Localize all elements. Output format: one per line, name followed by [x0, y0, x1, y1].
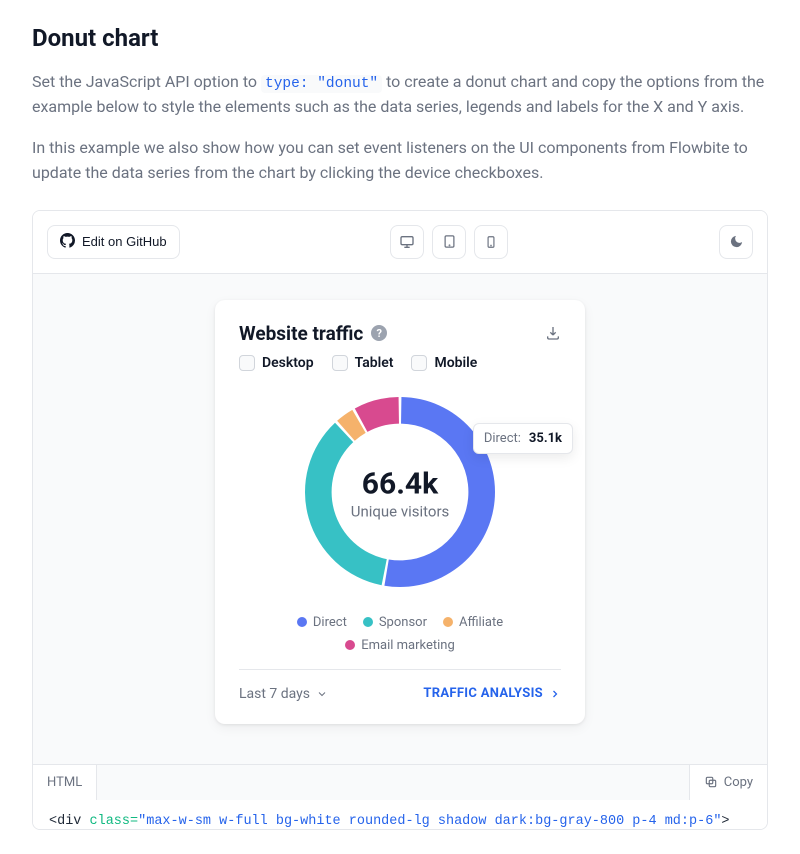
code-tabs: HTML Copy: [33, 764, 767, 800]
copy-icon: [704, 775, 718, 789]
viewport-tablet-button[interactable]: [432, 225, 466, 259]
legend-email-label: Email marketing: [361, 638, 455, 653]
chart-tooltip: Direct: 35.1k: [473, 423, 573, 454]
inline-code-type-donut: type: "donut": [261, 75, 382, 93]
chevron-down-icon: [316, 688, 328, 700]
intro-text-before: Set the JavaScript API option to: [32, 72, 261, 91]
code-tag: <div: [49, 814, 81, 829]
page-title: Donut chart: [32, 24, 768, 52]
legend-dot-icon: [345, 640, 355, 650]
chart-card: Website traffic ? Desktop Tablet: [215, 300, 585, 724]
card-title: Website traffic: [239, 322, 363, 345]
checkbox-desktop[interactable]: Desktop: [239, 355, 314, 371]
chevron-right-icon: [549, 688, 561, 700]
demo-container: Edit on GitHub Website traffic: [32, 210, 768, 830]
preview-area: Website traffic ? Desktop Tablet: [33, 274, 767, 764]
intro-paragraph-2: In this example we also show how you can…: [32, 136, 768, 186]
legend-item-email[interactable]: Email marketing: [345, 638, 455, 653]
checkbox-icon: [332, 355, 348, 371]
legend-affiliate-label: Affiliate: [459, 615, 503, 630]
chart-legend: Direct Sponsor Affiliate Email marketing: [239, 607, 561, 670]
donut-center: 66.4k Unique visitors: [351, 467, 450, 520]
legend-item-direct[interactable]: Direct: [297, 615, 347, 630]
copy-label: Copy: [724, 775, 753, 790]
legend-item-sponsor[interactable]: Sponsor: [363, 615, 427, 630]
checkbox-icon: [239, 355, 255, 371]
download-icon[interactable]: [545, 325, 561, 341]
checkbox-mobile[interactable]: Mobile: [411, 355, 477, 371]
device-filters: Desktop Tablet Mobile: [239, 355, 561, 371]
checkbox-tablet[interactable]: Tablet: [332, 355, 394, 371]
demo-toolbar: Edit on GitHub: [33, 211, 767, 274]
donut-center-label: Unique visitors: [351, 502, 450, 520]
checkbox-mobile-label: Mobile: [434, 355, 477, 371]
tooltip-value: 35.1k: [529, 431, 562, 446]
checkbox-tablet-label: Tablet: [355, 355, 394, 371]
edit-on-github-label: Edit on GitHub: [82, 234, 167, 249]
legend-direct-label: Direct: [313, 615, 347, 630]
legend-sponsor-label: Sponsor: [379, 615, 427, 630]
code-close: >: [721, 814, 729, 829]
tooltip-label: Direct:: [484, 431, 521, 446]
legend-item-affiliate[interactable]: Affiliate: [443, 615, 503, 630]
code-string: "max-w-sm w-full bg-white rounded-lg sha…: [138, 814, 721, 829]
code-snippet: <div class="max-w-sm w-full bg-white rou…: [33, 800, 767, 829]
viewport-desktop-button[interactable]: [390, 225, 424, 259]
cta-label: TRAFFIC ANALYSIS: [423, 686, 543, 701]
checkbox-icon: [411, 355, 427, 371]
intro-paragraph-1: Set the JavaScript API option to type: "…: [32, 70, 768, 120]
period-label: Last 7 days: [239, 686, 310, 702]
checkbox-desktop-label: Desktop: [262, 355, 314, 371]
period-dropdown[interactable]: Last 7 days: [239, 686, 328, 702]
legend-dot-icon: [363, 617, 373, 627]
viewport-mobile-button[interactable]: [474, 225, 508, 259]
dark-mode-toggle[interactable]: [719, 225, 753, 259]
edit-on-github-button[interactable]: Edit on GitHub: [47, 225, 180, 259]
donut-center-value: 66.4k: [351, 467, 450, 500]
help-icon[interactable]: ?: [371, 325, 387, 341]
donut-chart: 66.4k Unique visitors Direct: 35.1k: [239, 381, 561, 607]
github-icon: [60, 233, 75, 251]
legend-dot-icon: [297, 617, 307, 627]
traffic-analysis-link[interactable]: TRAFFIC ANALYSIS: [423, 686, 561, 701]
code-attr: class=: [81, 814, 138, 829]
legend-dot-icon: [443, 617, 453, 627]
